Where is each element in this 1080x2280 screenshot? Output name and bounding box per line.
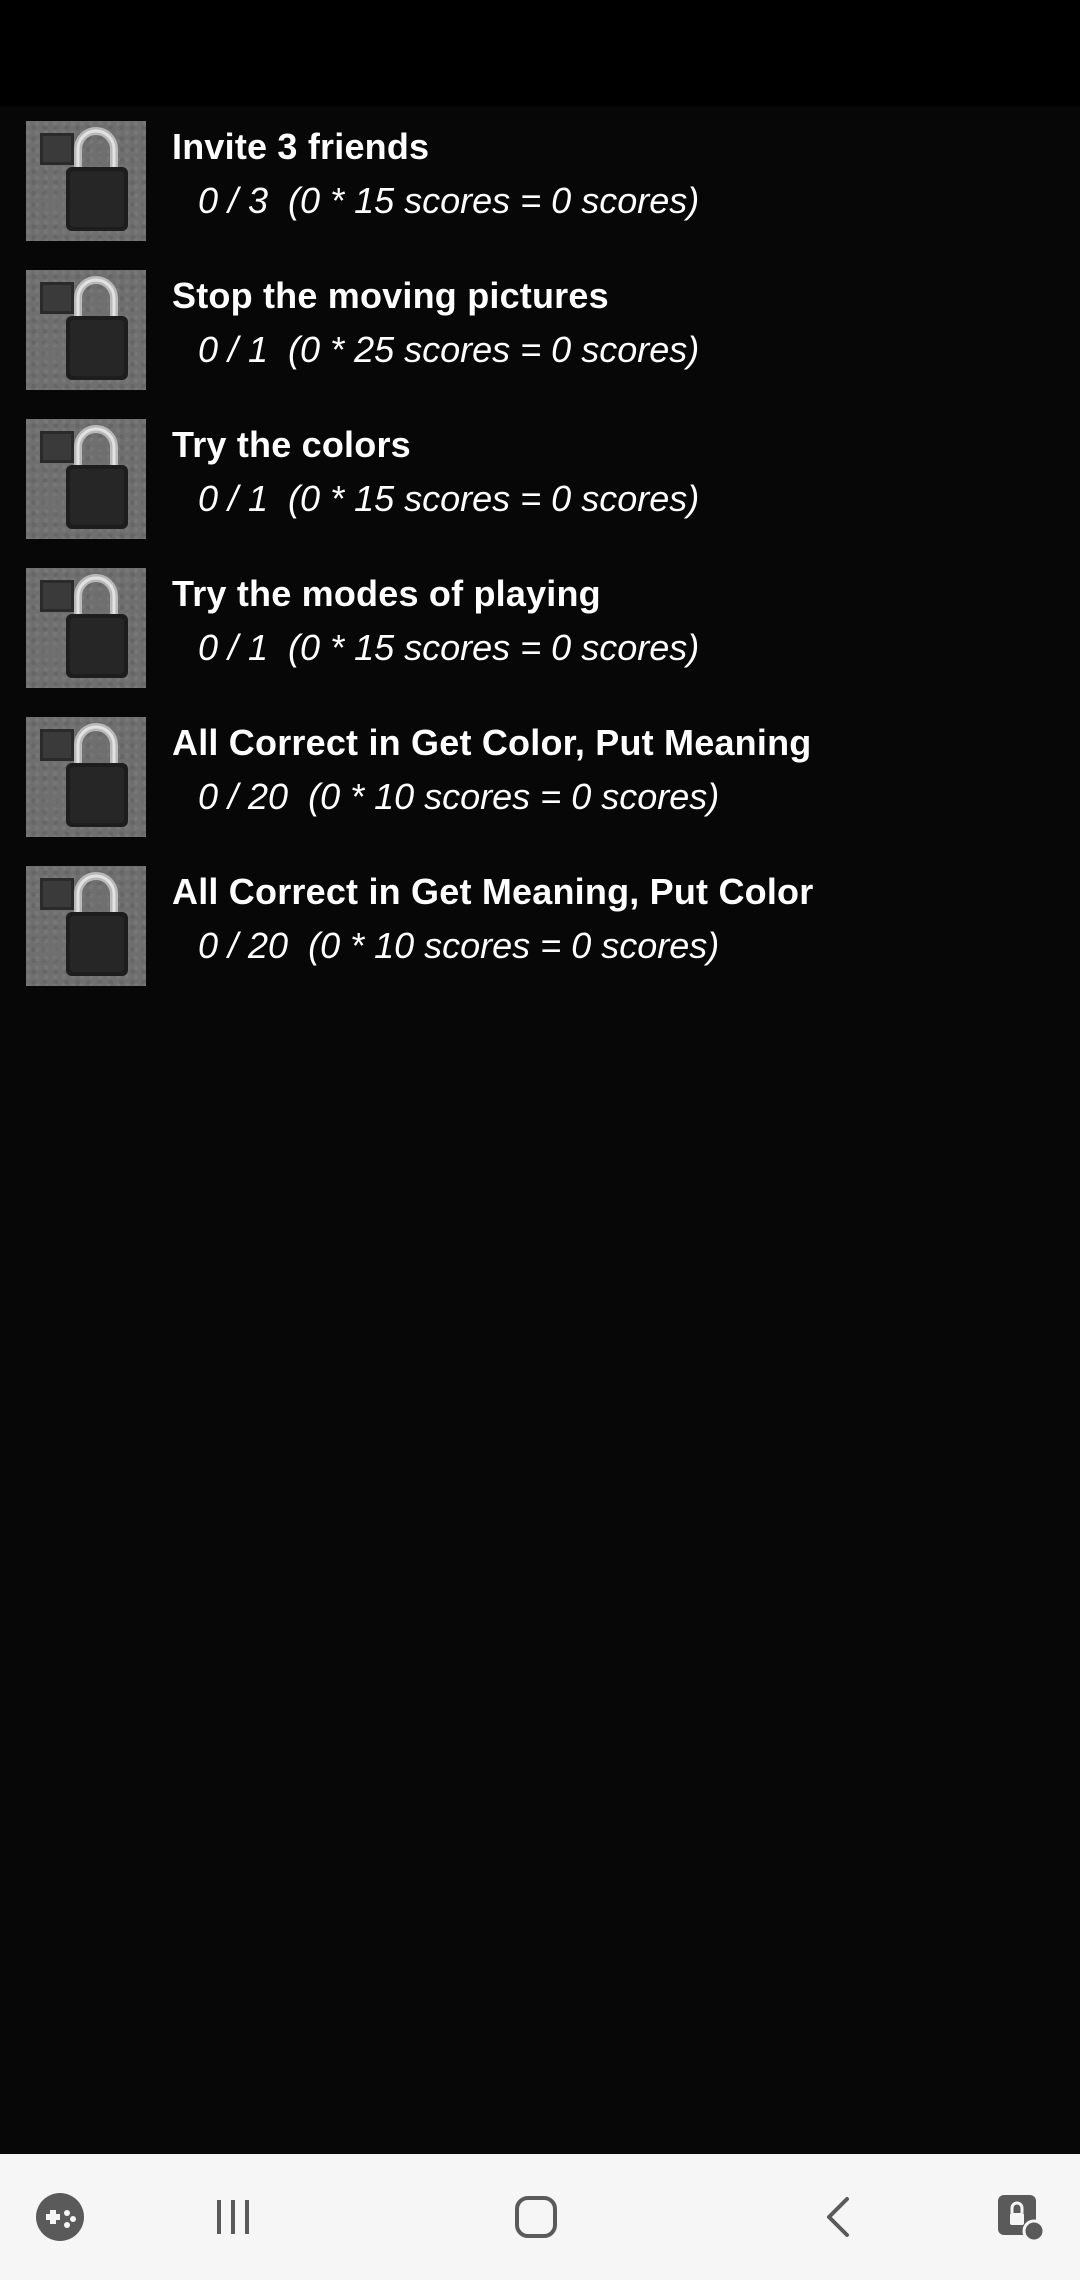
list-item[interactable]: Try the modes of playing 0 / 1 (0 * 15 s… (0, 553, 1080, 702)
list-item[interactable]: All Correct in Get Meaning, Put Color 0 … (0, 851, 1080, 1000)
padlock-icon (26, 717, 146, 837)
achievement-title: All Correct in Get Color, Put Meaning (172, 722, 812, 763)
achievement-progress: 0 / 3 (0 * 15 scores = 0 scores) (198, 180, 700, 221)
back-icon (827, 2197, 849, 2237)
recent-apps-button[interactable] (173, 2154, 293, 2280)
list-item[interactable]: Invite 3 friends 0 / 3 (0 * 15 scores = … (0, 106, 1080, 255)
screen-lock-button[interactable] (960, 2154, 1080, 2280)
list-item[interactable]: Try the colors 0 / 1 (0 * 15 scores = 0 … (0, 404, 1080, 553)
achievement-title: Try the modes of playing (172, 573, 601, 614)
achievement-list: Invite 3 friends 0 / 3 (0 * 15 scores = … (0, 106, 1080, 1000)
padlock-icon (26, 270, 146, 390)
achievement-progress: 0 / 1 (0 * 15 scores = 0 scores) (198, 478, 700, 519)
achievement-progress: 0 / 20 (0 * 10 scores = 0 scores) (198, 925, 720, 966)
achievement-title: Invite 3 friends (172, 126, 430, 167)
screen: Invite 3 friends 0 / 3 (0 * 15 scores = … (0, 0, 1080, 2280)
recent-apps-icon (217, 2200, 249, 2234)
achievement-title: All Correct in Get Meaning, Put Color (172, 871, 814, 912)
game-launcher-button[interactable] (0, 2154, 120, 2280)
list-item[interactable]: Stop the moving pictures 0 / 1 (0 * 25 s… (0, 255, 1080, 404)
screen-lock-icon (998, 2195, 1046, 2243)
status-bar (0, 0, 1080, 106)
achievement-progress: 0 / 1 (0 * 15 scores = 0 scores) (198, 627, 700, 668)
achievement-title: Stop the moving pictures (172, 275, 609, 316)
achievement-title: Try the colors (172, 424, 411, 465)
achievement-progress: 0 / 1 (0 * 25 scores = 0 scores) (198, 329, 700, 370)
padlock-icon (26, 568, 146, 688)
achievement-progress: 0 / 20 (0 * 10 scores = 0 scores) (198, 776, 720, 817)
padlock-icon (26, 419, 146, 539)
back-button[interactable] (778, 2154, 898, 2280)
padlock-icon (26, 866, 146, 986)
home-button[interactable] (476, 2154, 596, 2280)
navigation-bar (0, 2154, 1080, 2280)
home-icon (515, 2196, 557, 2238)
list-item[interactable]: All Correct in Get Color, Put Meaning 0 … (0, 702, 1080, 851)
game-launcher-icon (36, 2193, 84, 2241)
padlock-icon (26, 121, 146, 241)
